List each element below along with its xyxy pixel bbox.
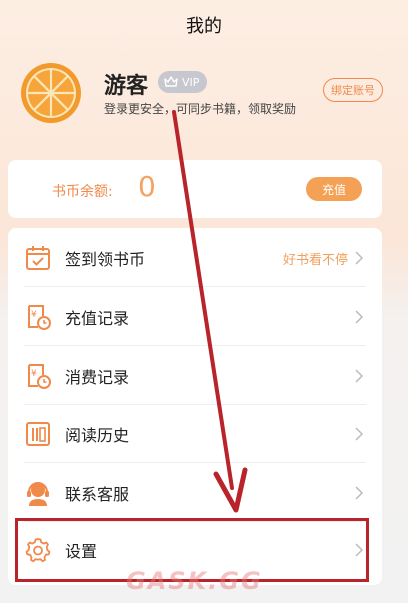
topup-button[interactable]: 充值 [306, 177, 362, 201]
headset-icon [27, 482, 49, 506]
balance-card: 书币余额: 0 充值 [8, 160, 382, 218]
balance-value: 0 [138, 170, 156, 203]
book-history-icon [26, 422, 50, 446]
calendar-check-icon [26, 246, 50, 270]
menu-item-label: 联系客服 [65, 485, 130, 504]
chevron-right-icon [355, 369, 364, 383]
svg-text:¥: ¥ [31, 369, 37, 379]
chevron-right-icon [355, 310, 364, 324]
bind-account-button[interactable]: 绑定账号 [323, 78, 383, 102]
chevron-right-icon [355, 427, 364, 441]
crown-icon [164, 76, 178, 87]
chevron-right-icon [355, 251, 364, 265]
menu-item-label: 充值记录 [65, 309, 130, 328]
username: 游客 [104, 74, 149, 99]
chevron-right-icon [355, 486, 364, 500]
menu-item-consume-record[interactable]: ¥ 消费记录 [8, 347, 382, 405]
menu-item-label: 签到领书币 [65, 250, 146, 269]
menu-item-checkin[interactable]: 签到领书币 好书看不停 [8, 229, 382, 287]
menu-item-reading-history[interactable]: 阅读历史 [8, 405, 382, 463]
login-hint[interactable]: 登录更安全，可同步书籍，领取奖励 [104, 100, 296, 117]
page-title: 我的 [186, 16, 222, 37]
consume-record-icon: ¥ [28, 364, 51, 389]
avatar[interactable] [20, 62, 82, 124]
recharge-record-icon: ¥ [28, 305, 51, 330]
watermark: GASK.GG [126, 567, 263, 595]
menu-item-label: 阅读历史 [65, 426, 130, 445]
svg-text:¥: ¥ [31, 310, 37, 320]
menu-item-extra: 好书看不停 [282, 252, 348, 268]
menu-item-recharge-record[interactable]: ¥ 充值记录 [8, 288, 382, 346]
vip-badge[interactable]: VIP [158, 71, 208, 93]
menu-item-label: 消费记录 [65, 368, 130, 387]
balance-label: 书币余额: [52, 184, 113, 200]
vip-label: VIP [182, 75, 200, 89]
menu-item-customer-service[interactable]: 联系客服 [8, 464, 382, 522]
